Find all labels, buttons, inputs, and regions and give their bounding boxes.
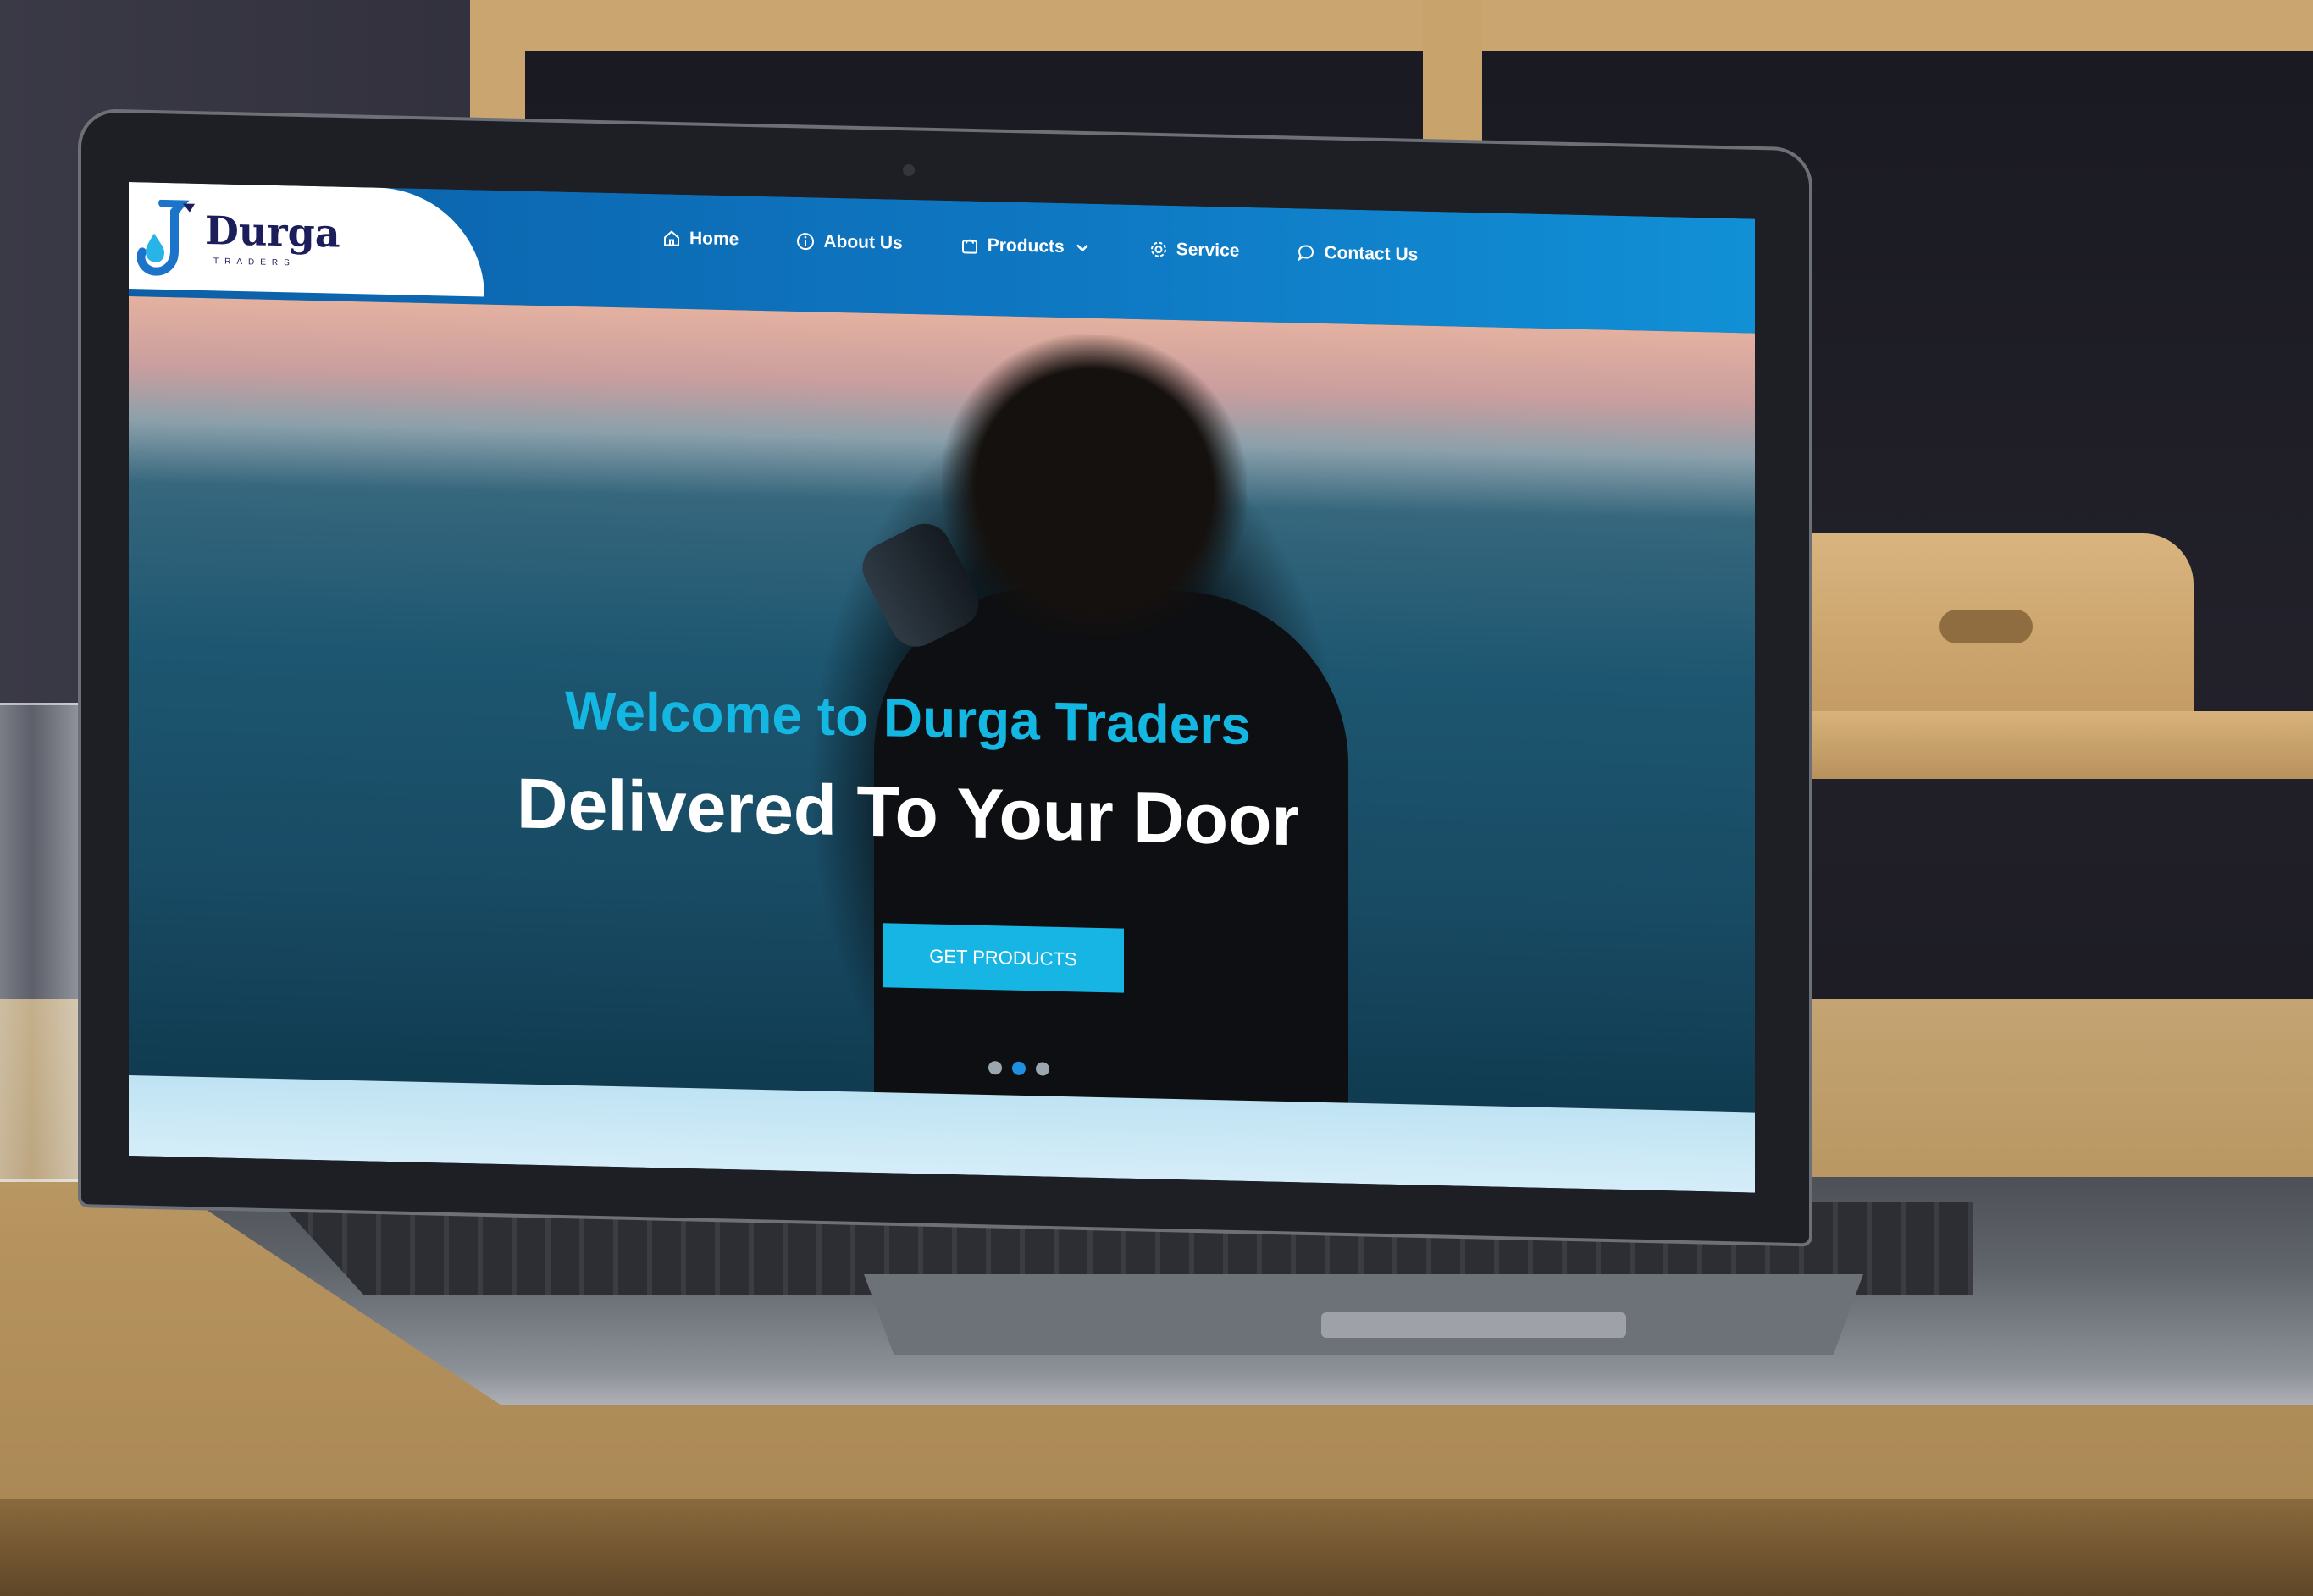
- hero-slider: Welcome to Durga Traders Delivered To Yo…: [129, 296, 1755, 1120]
- nav-item-service[interactable]: Service: [1149, 239, 1240, 261]
- nav-label-products: Products: [987, 235, 1065, 257]
- webcam: [903, 164, 915, 176]
- home-icon: [664, 230, 679, 246]
- bag-icon: [961, 239, 977, 254]
- slider-dot-2[interactable]: [1012, 1061, 1026, 1076]
- chevron-down-icon: [1076, 244, 1088, 252]
- chat-icon: [1298, 245, 1314, 262]
- slider-dots: [988, 1061, 1049, 1076]
- shelf-post: [1423, 0, 1482, 144]
- nav-label-about: About Us: [823, 231, 903, 253]
- laptop-lid-notch: [1321, 1312, 1626, 1338]
- gear-icon: [1150, 241, 1166, 257]
- nav-label-home: Home: [689, 229, 739, 250]
- nav-item-contact[interactable]: Contact Us: [1297, 242, 1418, 265]
- tray-handle: [1939, 610, 2033, 643]
- nav-item-products[interactable]: Products: [960, 235, 1092, 258]
- brand-name: Durga: [205, 207, 340, 257]
- brand-subtitle: TRADERS: [213, 257, 296, 268]
- nav-label-service: Service: [1176, 240, 1240, 261]
- logo-area[interactable]: Durga TRADERS: [129, 182, 484, 297]
- nav-item-home[interactable]: Home: [662, 228, 739, 250]
- nav-label-contact: Contact Us: [1324, 243, 1419, 265]
- laptop-screen: Durga TRADERS Home About Us Products Ser…: [129, 182, 1755, 1193]
- nav-item-about[interactable]: About Us: [796, 231, 903, 254]
- shelf-board: [1745, 711, 2313, 779]
- table-edge: [0, 1499, 2313, 1596]
- info-icon: [797, 233, 815, 251]
- main-navigation: Home About Us Products Service Contact U…: [662, 228, 1418, 265]
- get-products-button[interactable]: GET PRODUCTS: [883, 923, 1124, 993]
- slider-dot-3[interactable]: [1036, 1062, 1049, 1076]
- slider-dot-1[interactable]: [988, 1061, 1002, 1075]
- water-drop-logo-icon: [137, 199, 195, 276]
- hero-person-head: [942, 331, 1247, 643]
